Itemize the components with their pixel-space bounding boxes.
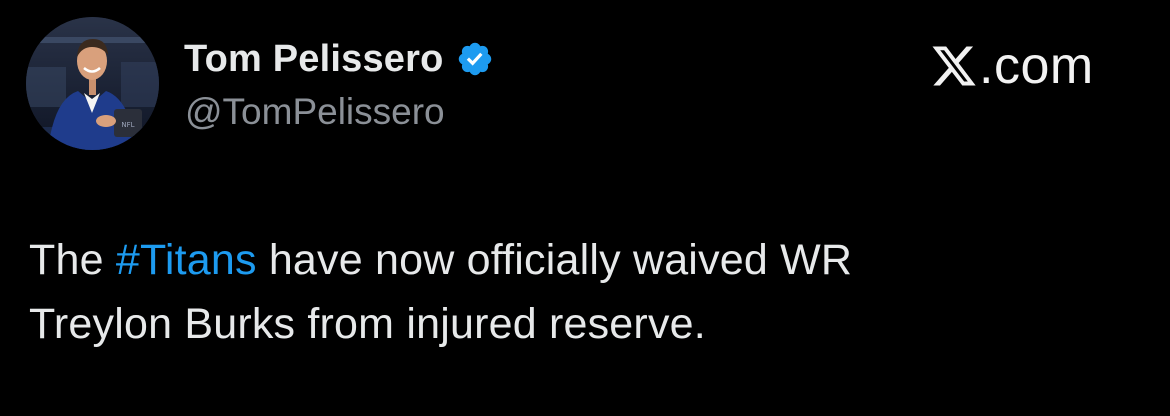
author-name-row: Tom Pelissero [184,36,494,82]
tweet-text-line2: Treylon Burks from injured reserve. [29,300,706,348]
tweet-card: NFL Tom Pelissero @TomPelissero .com The… [0,0,1170,416]
brand-domain-label: .com [979,37,1094,95]
tweet-text-prefix: The [29,236,116,284]
profile-photo-icon: NFL [26,17,159,150]
hashtag-link[interactable]: #Titans [116,236,257,284]
author-display-name[interactable]: Tom Pelissero [184,38,444,81]
tweet-text-line1: have now officially waived WR [256,236,853,284]
x-logo-icon [932,46,976,86]
svg-text:NFL: NFL [121,121,134,129]
verified-badge-icon [458,42,491,76]
author-handle[interactable]: @TomPelissero [185,91,445,133]
avatar[interactable]: NFL [26,17,159,150]
tweet-text: The #Titans have now officially waived W… [29,228,1109,356]
brand-watermark: .com [930,37,1094,95]
